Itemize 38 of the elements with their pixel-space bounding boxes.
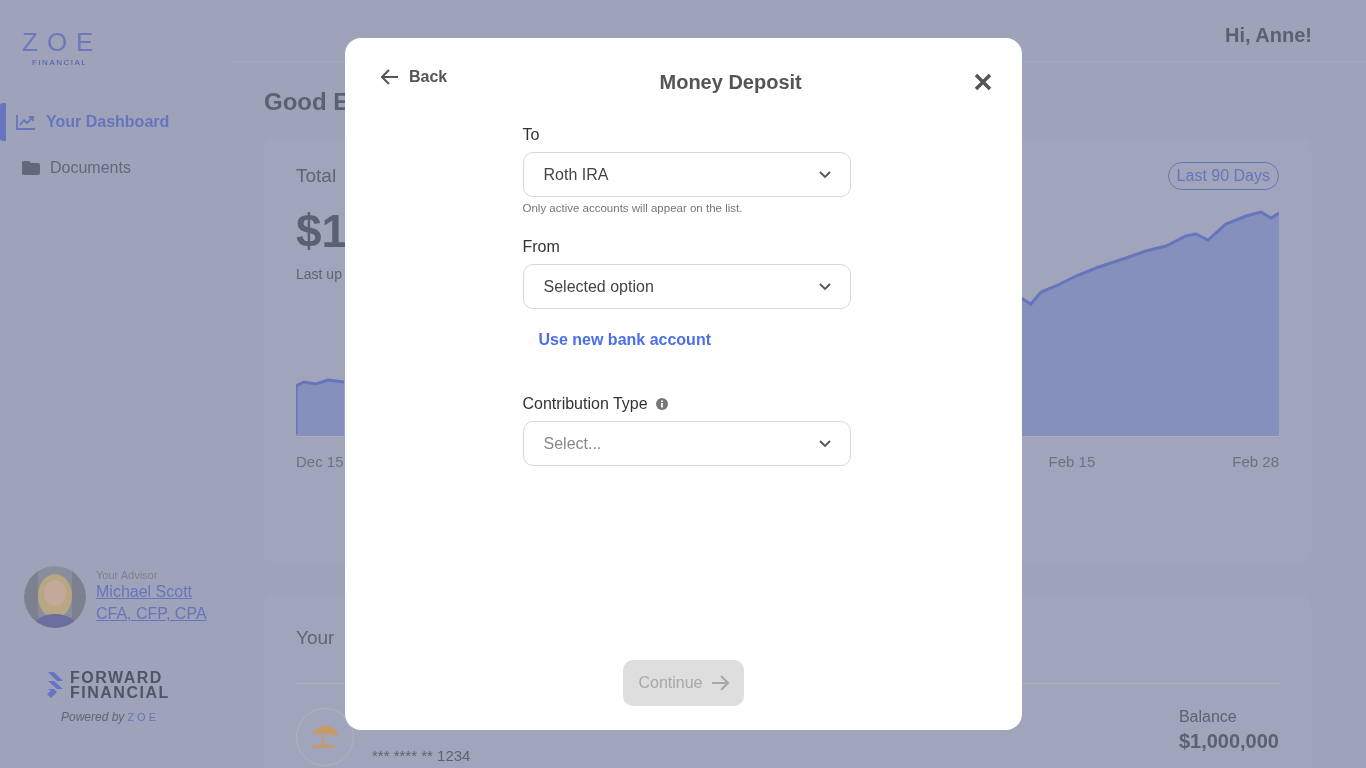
field-hint: Only active accounts will appear on the list. [522,202,743,214]
back-button[interactable]: Back [381,68,448,86]
powered-by-text: Powered by [61,710,125,724]
account-number: *** **** ** 1234 [372,747,471,764]
modal-title: Money Deposit [659,70,802,94]
total-amount: $1 [296,204,348,258]
new-bank-account-link[interactable]: Use new bank account [538,331,711,349]
dropdown[interactable]: Select... [522,421,851,466]
card-title: Your [296,627,336,649]
partner-name: FORWARD [70,670,164,685]
arrow-left-icon [381,69,399,85]
chevron-down-icon [818,170,831,179]
dropdown[interactable]: Roth IRA [522,152,851,197]
card-title: Total [296,165,337,187]
sidebar-item[interactable]: Your Dashboard [0,103,230,141]
advisor-credentials-link[interactable]: CFA, CFP, CPA [96,603,207,625]
last-updated-text: Last up [296,266,342,282]
close-icon [974,73,992,91]
advisor-name-link[interactable]: Michael Scott [96,581,207,603]
field-label: To [522,126,540,144]
field-label: Contribution Type [522,395,648,413]
powered-by-logo: ZOE [127,711,159,723]
dropdown[interactable]: Selected option [522,264,851,309]
line-chart-icon [16,114,36,130]
partner-name: FINANCIAL [70,685,170,700]
sidebar-item[interactable]: Documents [0,149,230,187]
folder-icon [22,161,40,175]
chevron-down-icon [818,282,831,291]
partner-logo-icon [46,672,64,698]
close-button[interactable] [974,73,992,91]
arrow-right-icon [710,675,729,691]
balance-label: Balance [1178,708,1237,726]
greeting: Hi, Anne! [1224,24,1312,47]
area-chart-drawing [296,378,344,436]
chevron-down-icon [818,439,831,448]
logo-tagline: FINANCIAL [32,58,88,67]
field-label: From [522,238,560,256]
balance-amount: $1,000,000 [1178,730,1279,753]
